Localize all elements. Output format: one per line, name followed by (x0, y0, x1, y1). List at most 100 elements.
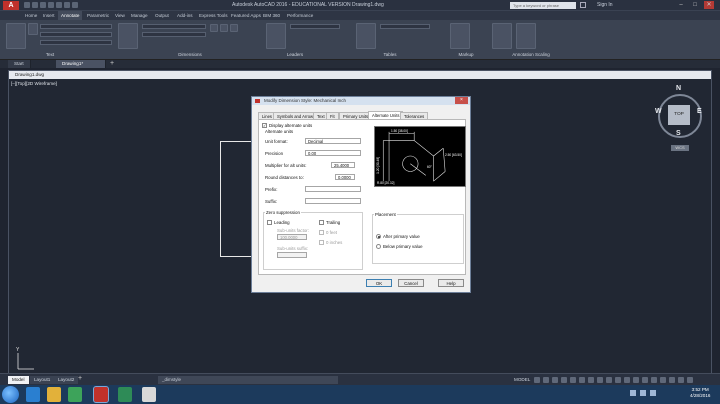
customization-icon[interactable] (687, 377, 693, 383)
trailing-checkbox[interactable] (319, 220, 324, 225)
help-button[interactable]: Help (438, 279, 464, 287)
dim-layer-dropdown[interactable] (142, 32, 206, 37)
workspace-gear-icon[interactable] (615, 377, 621, 383)
otrack-icon[interactable] (579, 377, 585, 383)
multiplier-input[interactable]: 25.4000 (331, 162, 355, 168)
units-icon[interactable] (633, 377, 639, 383)
tab-express-tools[interactable]: Express Tools (196, 11, 231, 20)
isolate-objects-icon[interactable] (660, 377, 666, 383)
close-button[interactable]: ✕ (704, 1, 714, 9)
snap-icon[interactable] (543, 377, 549, 383)
start-button[interactable] (2, 386, 19, 403)
table-button[interactable] (356, 23, 376, 49)
new-icon[interactable] (24, 2, 30, 8)
inches-checkbox[interactable] (319, 240, 324, 245)
text-height-dropdown[interactable] (40, 40, 112, 45)
dim-style-dropdown[interactable] (142, 24, 206, 29)
app-logo-icon[interactable]: A (3, 1, 19, 10)
quick-properties-icon[interactable] (642, 377, 648, 383)
search-input[interactable]: Type a keyword or phrase (510, 2, 576, 9)
polar-icon[interactable] (561, 377, 567, 383)
tab-tolerances[interactable]: Tolerances (400, 112, 429, 119)
chrome-icon[interactable] (68, 387, 82, 402)
multileader-button[interactable] (266, 23, 286, 49)
compass-north[interactable]: N (676, 85, 681, 92)
text-style-dropdown[interactable] (40, 24, 112, 29)
dialog-close-button[interactable]: × (455, 97, 468, 104)
sign-in-link[interactable]: Sign In (597, 2, 613, 8)
unit-format-select[interactable]: Decimal (305, 138, 361, 144)
search-icon[interactable] (580, 2, 586, 8)
file-explorer-icon[interactable] (47, 387, 61, 402)
tab-annotate[interactable]: Annotate (58, 11, 83, 20)
check-spelling-button[interactable] (28, 23, 38, 35)
internet-explorer-icon[interactable] (26, 387, 40, 402)
tab-fit[interactable]: Fit (326, 112, 339, 119)
after-primary-radio[interactable] (376, 234, 381, 239)
volume-icon[interactable] (650, 390, 656, 396)
maximize-button[interactable]: □ (690, 1, 700, 9)
markup-button[interactable] (450, 23, 470, 49)
leading-checkbox[interactable] (267, 220, 272, 225)
osnap-icon[interactable] (570, 377, 576, 383)
recorder-icon[interactable] (142, 387, 156, 402)
tab-bim-360[interactable]: BIM 360 (260, 11, 283, 20)
tab-start[interactable]: Start (8, 60, 31, 68)
annotation-scale-icon[interactable] (606, 377, 612, 383)
save-icon[interactable] (40, 2, 46, 8)
clock[interactable]: 3:52 PM 4/28/2016 (690, 387, 710, 399)
multileader-style-dropdown[interactable] (290, 24, 340, 29)
below-primary-radio[interactable] (376, 244, 381, 249)
tab-view[interactable]: View (112, 11, 128, 20)
tab-performance[interactable]: Performance (284, 11, 316, 20)
ortho-icon[interactable] (552, 377, 558, 383)
tab-output[interactable]: Output (152, 11, 172, 20)
round-input[interactable]: 0.0000 (335, 174, 355, 180)
multiline-text-button[interactable] (6, 23, 26, 49)
drawn-rectangle[interactable] (220, 141, 255, 257)
cancel-button[interactable]: Cancel (398, 279, 424, 287)
clean-screen-icon[interactable] (678, 377, 684, 383)
lock-ui-icon[interactable] (651, 377, 657, 383)
prefix-input[interactable] (305, 186, 361, 192)
display-alt-checkbox[interactable]: ✓ (262, 123, 267, 128)
new-tab-icon[interactable]: + (110, 60, 117, 67)
annotation-monitor-icon[interactable] (624, 377, 630, 383)
dimension-button[interactable] (118, 23, 138, 49)
tab-layout2[interactable]: Layout2 (54, 376, 79, 384)
viewcube-top-face[interactable]: TOP (668, 105, 690, 125)
scale-list-button[interactable] (492, 23, 512, 49)
tab-insert[interactable]: Insert (40, 11, 58, 20)
undo-icon[interactable] (64, 2, 70, 8)
command-line[interactable]: _dimstyle (158, 376, 338, 384)
add-scale-button[interactable] (516, 23, 536, 49)
feet-checkbox[interactable] (319, 230, 324, 235)
tab-featured-apps[interactable]: Featured Apps (228, 11, 264, 20)
tab-home[interactable]: Home (22, 11, 40, 20)
hardware-acceleration-icon[interactable] (669, 377, 675, 383)
save-as-icon[interactable] (48, 2, 54, 8)
ok-button[interactable]: OK (366, 279, 392, 287)
suffix-input[interactable] (305, 198, 361, 204)
compass-east[interactable]: E (697, 108, 702, 115)
sub-units-suffix-input[interactable] (277, 252, 307, 258)
tab-parametric[interactable]: Parametric (84, 11, 112, 20)
tab-add-ins[interactable]: Add-ins (174, 11, 196, 20)
wcs-menu[interactable]: WCS (671, 145, 689, 151)
tab-alternate-units[interactable]: Alternate Units (368, 111, 404, 119)
find-text-input[interactable] (40, 32, 112, 37)
network-icon[interactable] (640, 390, 646, 396)
autocad-taskbar-icon[interactable] (93, 386, 109, 403)
camtasia-icon[interactable] (118, 387, 132, 402)
tab-model[interactable]: Model (8, 376, 29, 384)
viewport-controls[interactable]: [–][Top][2D Wireframe] (11, 81, 57, 86)
table-style-dropdown[interactable] (380, 24, 430, 29)
compass-south[interactable]: S (676, 130, 681, 137)
precision-select[interactable]: 0.00 (305, 150, 361, 156)
redo-icon[interactable] (72, 2, 78, 8)
lineweight-icon[interactable] (588, 377, 594, 383)
sub-units-factor-input[interactable]: 100.0000 (277, 234, 307, 240)
tab-layout1[interactable]: Layout1 (30, 376, 55, 384)
plot-icon[interactable] (56, 2, 62, 8)
tab-manage[interactable]: Manage (128, 11, 151, 20)
